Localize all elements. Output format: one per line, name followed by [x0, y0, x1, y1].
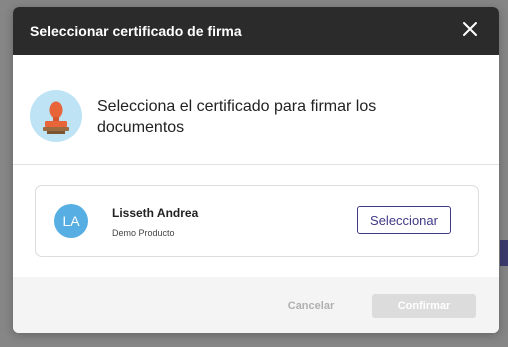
dialog-title: Seleccionar certificado de firma: [30, 23, 242, 39]
stamp-icon: [30, 90, 82, 142]
dialog-footer: Cancelar Confirmar: [13, 277, 499, 333]
certificate-card: LA Lisseth Andrea Demo Producto Seleccio…: [35, 185, 479, 257]
select-certificate-button[interactable]: Seleccionar: [357, 206, 451, 234]
intro-text: Selecciona el certificado para firmar lo…: [97, 98, 377, 136]
close-button[interactable]: [459, 18, 481, 40]
dialog-intro: Selecciona el certificado para firmar lo…: [13, 55, 499, 165]
background-element: [500, 240, 508, 266]
close-icon: [463, 22, 477, 36]
dialog-header: Seleccionar certificado de firma: [13, 7, 499, 55]
confirm-button[interactable]: Confirmar: [372, 294, 476, 318]
select-certificate-dialog: Seleccionar certificado de firma Selecci…: [13, 7, 499, 333]
certificate-owner-name: Lisseth Andrea: [112, 206, 199, 220]
avatar: LA: [54, 204, 88, 238]
cancel-button[interactable]: Cancelar: [275, 294, 347, 318]
certificate-organization: Demo Producto: [112, 228, 175, 238]
